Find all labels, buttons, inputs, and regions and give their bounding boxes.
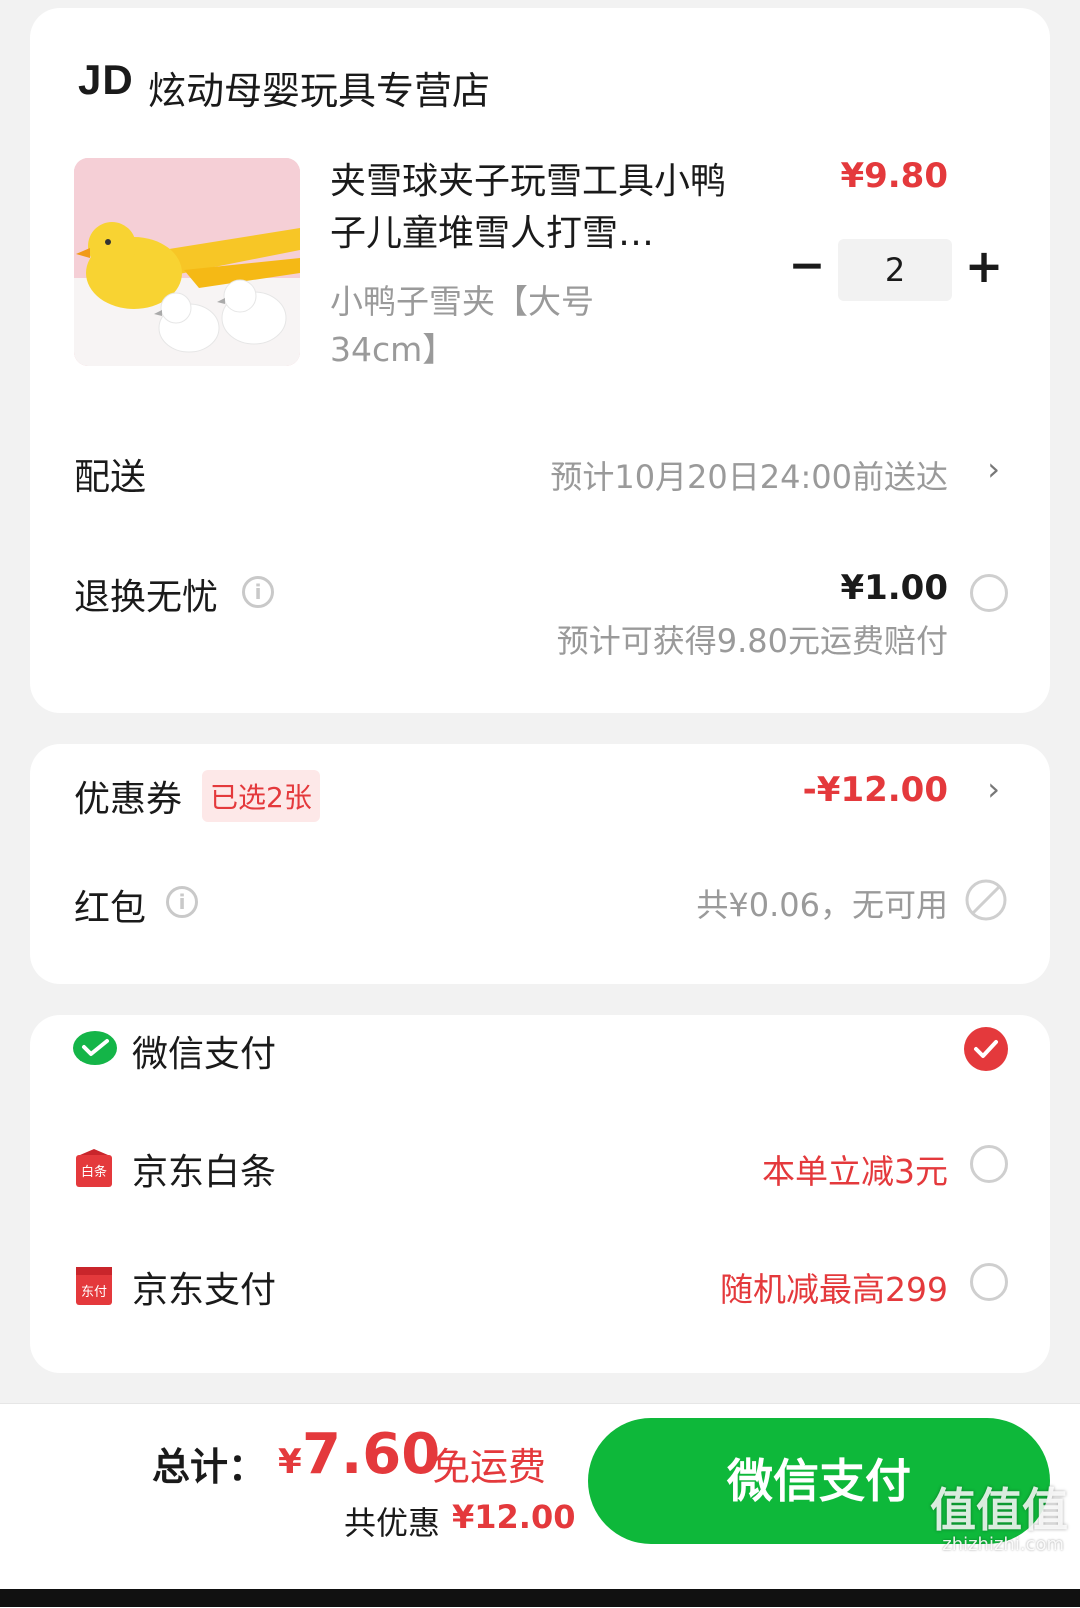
payment-promo: 本单立减3元 — [762, 1152, 948, 1191]
svg-text:白条: 白条 — [81, 1164, 107, 1180]
total-label: 总计： — [152, 1445, 267, 1489]
currency-symbol: ¥ — [278, 1442, 302, 1482]
payment-label: 京东支付 — [132, 1270, 277, 1311]
product-spec[interactable]: 小鸭子雪夹【大号34cm】 — [330, 278, 630, 374]
system-nav-strip — [0, 1589, 1080, 1607]
coupon-amount: -¥12.00 — [802, 770, 948, 810]
jd-pay-icon: 东付 — [76, 1267, 112, 1305]
payment-label: 京东白条 — [132, 1152, 277, 1193]
quantity-decrease-button[interactable]: − — [785, 244, 829, 288]
watermark-logo: 值值值 — [930, 1483, 1068, 1537]
delivery-estimate: 预计10月20日24:00前送达 — [550, 458, 948, 496]
info-icon[interactable]: i — [242, 576, 274, 608]
discount-card: 优惠券 已选2张 -¥12.00 › 红包 i 共¥0.06，无可用 — [30, 744, 1050, 984]
quantity-increase-button[interactable]: + — [962, 243, 1006, 289]
payment-radio[interactable] — [970, 1145, 1008, 1183]
product-image[interactable] — [74, 158, 300, 366]
shipping-free-label: 免运费 — [432, 1445, 547, 1489]
return-insurance-label: 退换无忧 — [74, 577, 219, 618]
payment-method-card: 微信支付 白条 京东白条 本单立减3元 东付 京东支付 随机减最高299 — [30, 1015, 1050, 1373]
jd-baitiao-icon: 白条 — [76, 1149, 112, 1187]
svg-text:东付: 东付 — [81, 1285, 107, 1300]
duck-snowball-clip-image — [74, 158, 300, 366]
product-price: ¥9.80 — [840, 156, 948, 196]
return-insurance-note: 预计可获得9.80元运费赔付 — [556, 622, 948, 660]
coupon-label: 优惠券 — [74, 779, 183, 820]
selected-check-icon[interactable] — [964, 1027, 1008, 1071]
quantity-value[interactable]: 2 — [838, 239, 952, 301]
discount-amount: ¥12.00 — [452, 1498, 576, 1536]
order-item-card: JD 炫动母婴玩具专营店 夹雪球夹子玩雪工具小鸭子儿童堆雪人打雪… 小鸭子雪夹【… — [30, 8, 1050, 713]
unavailable-icon — [964, 878, 1008, 922]
coupon-selected-badge: 已选2张 — [202, 770, 320, 822]
checkout-bar: 总计： ¥ 7.60 免运费 共优惠 ¥12.00 微信支付 值值值 zhizh… — [0, 1403, 1080, 1608]
payment-promo: 随机减最高299 — [720, 1270, 948, 1309]
return-insurance-radio[interactable] — [970, 574, 1008, 612]
red-packet-label: 红包 — [74, 888, 147, 929]
info-icon[interactable]: i — [166, 886, 198, 918]
store-name[interactable]: 炫动母婴玩具专营店 — [148, 60, 490, 115]
watermark-url: zhizhizhi.com — [942, 1534, 1064, 1555]
chevron-right-icon: › — [987, 770, 1000, 808]
payment-label: 微信支付 — [132, 1034, 277, 1075]
chevron-right-icon: › — [987, 450, 1000, 488]
return-insurance-price: ¥1.00 — [840, 568, 948, 608]
product-title[interactable]: 夹雪球夹子玩雪工具小鸭子儿童堆雪人打雪… — [330, 156, 730, 260]
payment-radio[interactable] — [970, 1263, 1008, 1301]
jd-logo: JD — [78, 56, 134, 103]
total-amount: 7.60 — [302, 1422, 441, 1487]
red-packet-status: 共¥0.06，无可用 — [696, 886, 948, 924]
discount-label: 共优惠 — [344, 1504, 441, 1542]
wechat-pay-icon — [72, 1029, 118, 1069]
delivery-label: 配送 — [74, 457, 147, 498]
